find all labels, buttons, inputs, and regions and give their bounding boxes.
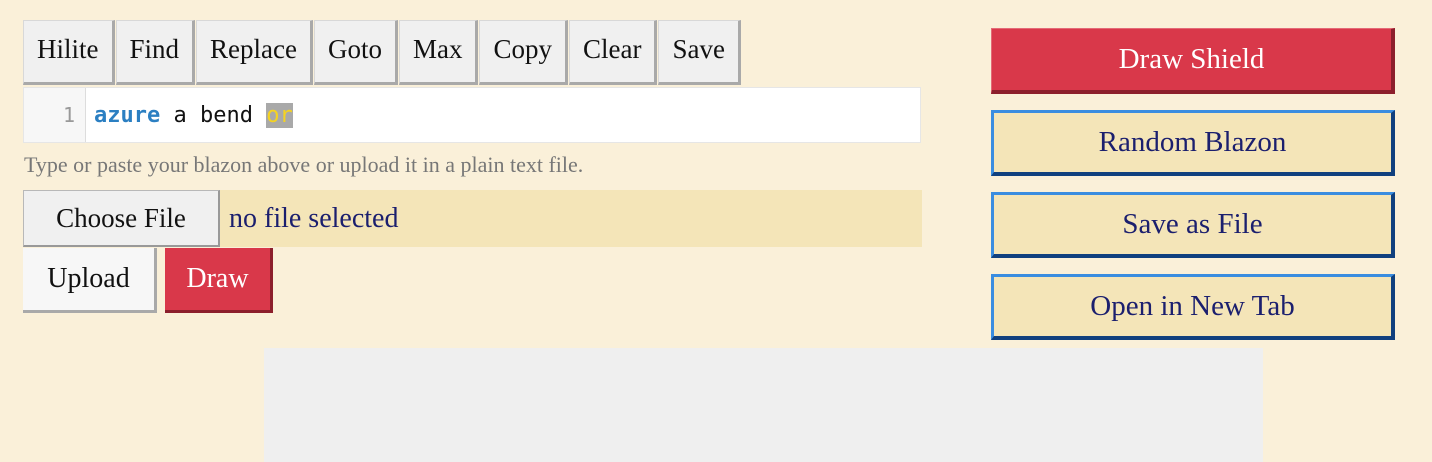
random-blazon-button[interactable]: Random Blazon [991, 110, 1395, 176]
upload-button[interactable]: Upload [23, 248, 157, 313]
clear-button[interactable]: Clear [569, 20, 658, 85]
draw-button[interactable]: Draw [165, 248, 273, 313]
find-button[interactable]: Find [115, 20, 196, 85]
hilite-button[interactable]: Hilite [23, 20, 115, 85]
draw-shield-button[interactable]: Draw Shield [991, 28, 1395, 94]
save-as-file-button[interactable]: Save as File [991, 192, 1395, 258]
save-button[interactable]: Save [658, 20, 741, 85]
shield-canvas [264, 348, 1263, 462]
token-plain: a bend [160, 102, 267, 128]
token-tincture: azure [94, 102, 161, 128]
open-in-new-tab-button[interactable]: Open in New Tab [991, 274, 1395, 340]
file-status: no file selected [229, 202, 399, 234]
file-upload-row: Choose File no file selected [23, 190, 922, 247]
code-line[interactable]: azure a bend or [86, 102, 293, 128]
copy-button[interactable]: Copy [479, 20, 568, 85]
blazon-editor[interactable]: 1 azure a bend or [23, 87, 921, 143]
line-number-gutter: 1 [24, 88, 86, 142]
goto-button[interactable]: Goto [313, 20, 398, 85]
line-number: 1 [62, 103, 75, 127]
replace-button[interactable]: Replace [196, 20, 313, 85]
choose-file-button[interactable]: Choose File [23, 190, 220, 247]
editor-toolbar: Hilite Find Replace Goto Max Copy Clear … [23, 20, 742, 85]
max-button[interactable]: Max [398, 20, 479, 85]
token-highlighted: or [266, 102, 293, 128]
editor-hint: Type or paste your blazon above or uploa… [24, 152, 584, 177]
